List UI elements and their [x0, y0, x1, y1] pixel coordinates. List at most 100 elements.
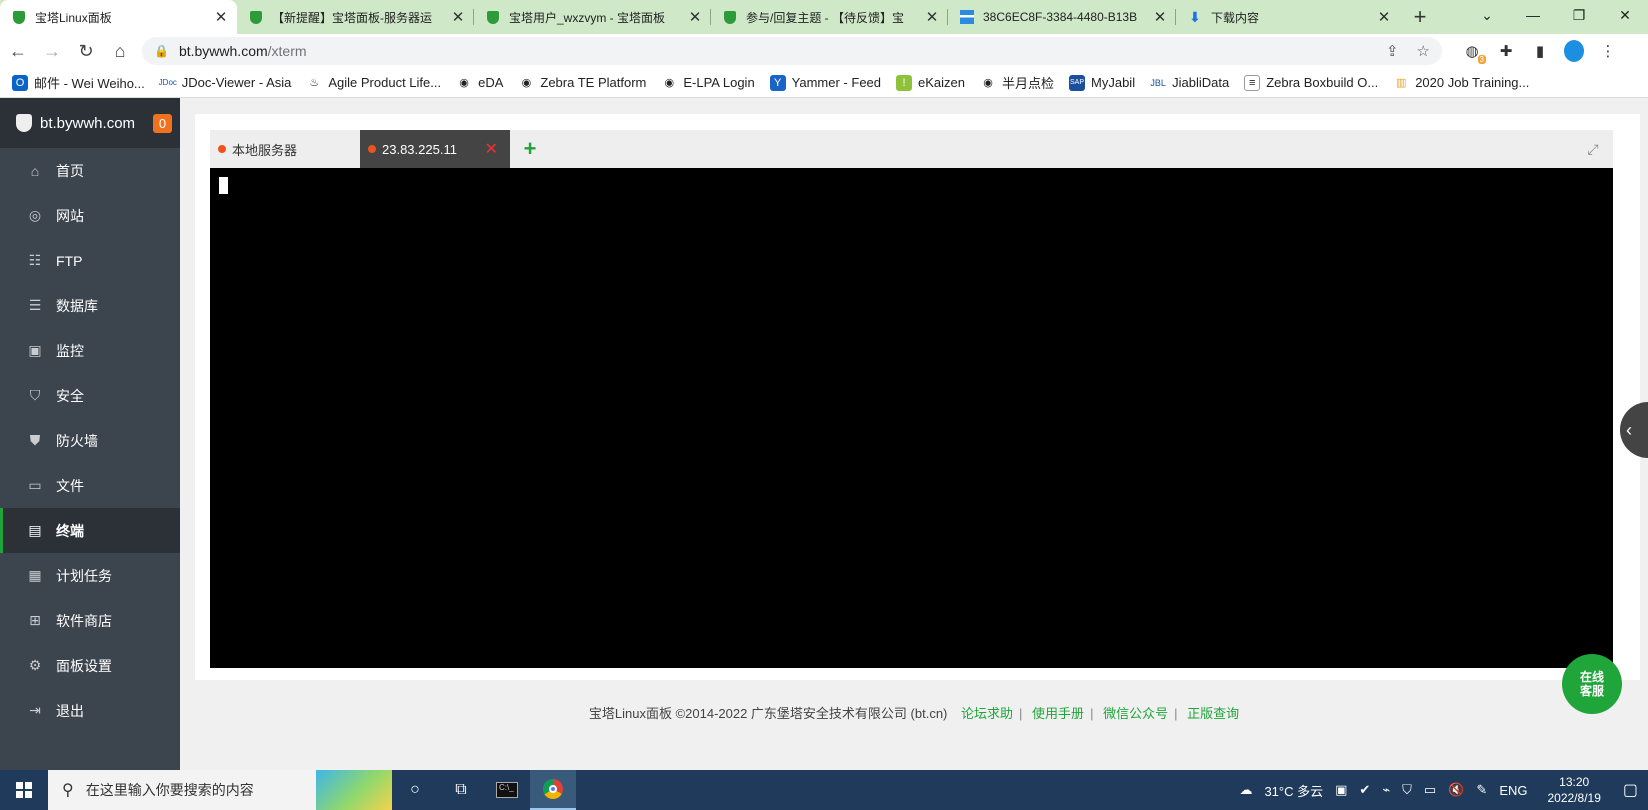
calendar-icon: ▦	[28, 567, 42, 583]
online-service-button[interactable]: 在线客服	[1562, 654, 1622, 714]
weather[interactable]: 31°C 多云	[1264, 781, 1323, 800]
notifications-icon[interactable]: ▢	[1623, 780, 1638, 800]
browser-tab[interactable]: 宝塔用户_wxzvym - 宝塔面板 ✕	[474, 0, 711, 34]
footer-link-wechat[interactable]: 微信公众号	[1103, 706, 1168, 721]
collapse-panel-button[interactable]: ‹	[1620, 402, 1648, 458]
defender-icon[interactable]: ⛉	[1402, 782, 1412, 798]
bookmark-item[interactable]: SAP MyJabil	[1069, 74, 1135, 91]
terminal-tab-remote[interactable]: 23.83.225.11 ✕	[360, 130, 510, 168]
new-tab-button[interactable]: +	[1400, 0, 1440, 34]
home-icon[interactable]: ⌂	[104, 35, 136, 67]
weather-icon[interactable]: ☁	[1239, 782, 1252, 798]
close-icon[interactable]: ✕	[687, 8, 703, 26]
share-icon[interactable]: ⇪	[1386, 42, 1399, 60]
tab-title: 宝塔用户_wxzvym - 宝塔面板	[509, 10, 666, 25]
sidebar-item-crontab[interactable]: ▦ 计划任务	[0, 553, 180, 598]
sap-icon: SAP	[1069, 74, 1086, 91]
network-icon[interactable]: ▭	[1424, 782, 1436, 798]
fullscreen-icon[interactable]: ⤢	[1573, 130, 1613, 168]
bookmark-item[interactable]: ◉ Zebra TE Platform	[518, 75, 647, 91]
sidebar-item-database[interactable]: ☰ 数据库	[0, 283, 180, 328]
pen-icon[interactable]: ✎	[1476, 782, 1487, 798]
sidebar-item-home[interactable]: ⌂ 首页	[0, 148, 180, 193]
sidebar-item-monitor[interactable]: ▣ 监控	[0, 328, 180, 373]
browser-tab[interactable]: 宝塔Linux面板 ✕	[0, 0, 237, 34]
chrome-app-icon[interactable]	[530, 770, 576, 810]
sidebar-item-firewall[interactable]: ⛊ 防火墙	[0, 418, 180, 463]
start-button[interactable]	[0, 770, 48, 810]
browser-tab[interactable]: 【新提醒】宝塔面板-服务器运 ✕	[237, 0, 474, 34]
sidebar-item-files[interactable]: ▭ 文件	[0, 463, 180, 508]
footer: 宝塔Linux面板 ©2014-2022 广东堡塔安全技术有限公司 (bt.cn…	[588, 706, 1240, 721]
sidebar-item-security[interactable]: ⛉ 安全	[0, 373, 180, 418]
restore-icon[interactable]: ❐	[1556, 0, 1602, 30]
sidebar-item-website[interactable]: ◎ 网站	[0, 193, 180, 238]
sidebar-item-terminal[interactable]: ▤ 终端	[0, 508, 180, 553]
bookmark-item[interactable]: ♨ Agile Product Life...	[306, 75, 441, 91]
terminal-cursor	[219, 177, 228, 194]
task-view-icon[interactable]: ⧉	[438, 770, 484, 810]
menu-icon[interactable]: ⋮	[1598, 41, 1618, 61]
minimize-icon[interactable]: —	[1510, 0, 1556, 30]
bookmark-item[interactable]: JBL JiabliData	[1150, 75, 1229, 91]
bookmark-item[interactable]: ◉ E-LPA Login	[661, 75, 755, 91]
footer-link-manual[interactable]: 使用手册	[1032, 706, 1084, 721]
bookmark-item[interactable]: Y Yammer - Feed	[769, 74, 881, 91]
terminal-tab-local[interactable]: 本地服务器	[210, 130, 360, 168]
footer-link-forum[interactable]: 论坛求助	[961, 706, 1013, 721]
document-icon: ≡	[1244, 74, 1261, 91]
shield-icon	[486, 10, 500, 24]
taskbar-search[interactable]: ⚲ 在这里输入你要搜索的内容	[48, 770, 392, 810]
bookmark-item[interactable]: JDoc JDoc-Viewer - Asia	[159, 75, 292, 91]
notify-badge[interactable]: 0	[153, 113, 173, 133]
tab-search-icon[interactable]: ⌄	[1464, 0, 1510, 30]
close-icon[interactable]: ✕	[1376, 8, 1392, 26]
back-icon[interactable]: ←	[2, 35, 34, 67]
close-icon[interactable]: ✕	[924, 8, 940, 26]
bookmark-item[interactable]: O 邮件 - Wei Weiho...	[12, 73, 145, 92]
extension-icon[interactable]: ◍ 3	[1462, 41, 1486, 64]
download-icon: ⬇	[1189, 8, 1201, 25]
avatar[interactable]	[1564, 40, 1584, 62]
bookmark-item[interactable]: ◉ 半月点检	[980, 73, 1054, 92]
bookmark-item[interactable]: ≡ Zebra Boxbuild O...	[1244, 74, 1378, 91]
puzzle-icon[interactable]: ✚	[1496, 41, 1516, 61]
reload-icon[interactable]: ↻	[70, 35, 102, 67]
close-icon[interactable]: ✕	[1152, 8, 1168, 26]
close-window-icon[interactable]: ✕	[1602, 0, 1648, 30]
close-icon[interactable]: ✕	[213, 8, 229, 26]
bt-panel: bt.bywwh.com 0 ⌂ 首页 ◎ 网站 ☷ FTP ☰ 数据库 ▣ 监控 ⛉ 安全…	[0, 98, 1648, 770]
browser-tab[interactable]: 38C6EC8F-3384-4480-B13B ✕	[948, 0, 1176, 34]
terminal-screen[interactable]	[210, 168, 1613, 668]
bookmark-star-icon[interactable]: ☆	[1417, 42, 1430, 60]
close-icon[interactable]: ✕	[485, 139, 498, 159]
sidebar-item-store[interactable]: ⊞ 软件商店	[0, 598, 180, 643]
bookmark-item[interactable]: ! eKaizen	[896, 74, 965, 91]
volume-muted-icon[interactable]: 🔇	[1448, 782, 1464, 798]
clock[interactable]: 13:20 2022/8/19	[1547, 774, 1600, 806]
browser-tab[interactable]: 参与/回复主题 - 【待反馈】宝 ✕	[711, 0, 948, 34]
folder-icon: ▭	[28, 477, 42, 493]
tray-app-icon[interactable]: ▣	[1335, 782, 1347, 798]
sidepanel-icon[interactable]: ▮	[1530, 41, 1550, 61]
close-icon[interactable]: ✕	[450, 8, 466, 26]
tray-check-icon[interactable]: ✔	[1359, 782, 1370, 798]
lock-icon[interactable]: 🔒	[154, 44, 169, 58]
bookmark-item[interactable]: ◉ eDA	[456, 75, 503, 91]
browser-toolbar: ← → ↻ ⌂ 🔒 bt.bywwh.com /xterm ⇪ ☆ ◍ 3 ✚ ▮…	[0, 34, 1648, 68]
address-bar[interactable]: 🔒 bt.bywwh.com /xterm ⇪ ☆	[142, 37, 1442, 65]
search-placeholder: 在这里输入你要搜索的内容	[85, 782, 254, 798]
sidebar-item-ftp[interactable]: ☷ FTP	[0, 238, 180, 283]
sidebar-item-settings[interactable]: ⚙ 面板设置	[0, 643, 180, 688]
chart-icon: ▥	[1395, 77, 1407, 89]
browser-tab[interactable]: ⬇ 下载内容 ✕	[1176, 0, 1400, 34]
terminal-app-icon[interactable]: C:\_	[484, 770, 530, 810]
add-terminal-button[interactable]: +	[510, 130, 550, 168]
usb-icon[interactable]: ⌁	[1382, 782, 1390, 798]
cortana-icon[interactable]: ○	[392, 770, 438, 810]
footer-link-license[interactable]: 正版查询	[1187, 706, 1239, 721]
sidebar-item-logout[interactable]: ⇥ 退出	[0, 688, 180, 733]
language-indicator[interactable]: ENG	[1499, 783, 1527, 798]
forward-icon[interactable]: →	[36, 35, 68, 67]
bookmark-item[interactable]: ▥ 2020 Job Training...	[1393, 75, 1529, 91]
